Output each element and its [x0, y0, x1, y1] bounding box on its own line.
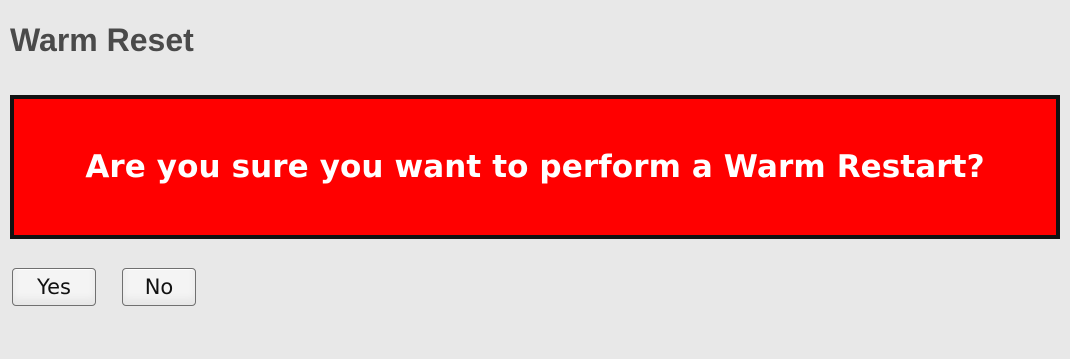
page-title: Warm Reset [10, 22, 194, 58]
yes-button[interactable]: Yes [12, 268, 96, 306]
warning-message: Are you sure you want to perform a Warm … [85, 149, 985, 185]
warning-box: Are you sure you want to perform a Warm … [10, 95, 1060, 239]
no-button[interactable]: No [122, 268, 196, 306]
